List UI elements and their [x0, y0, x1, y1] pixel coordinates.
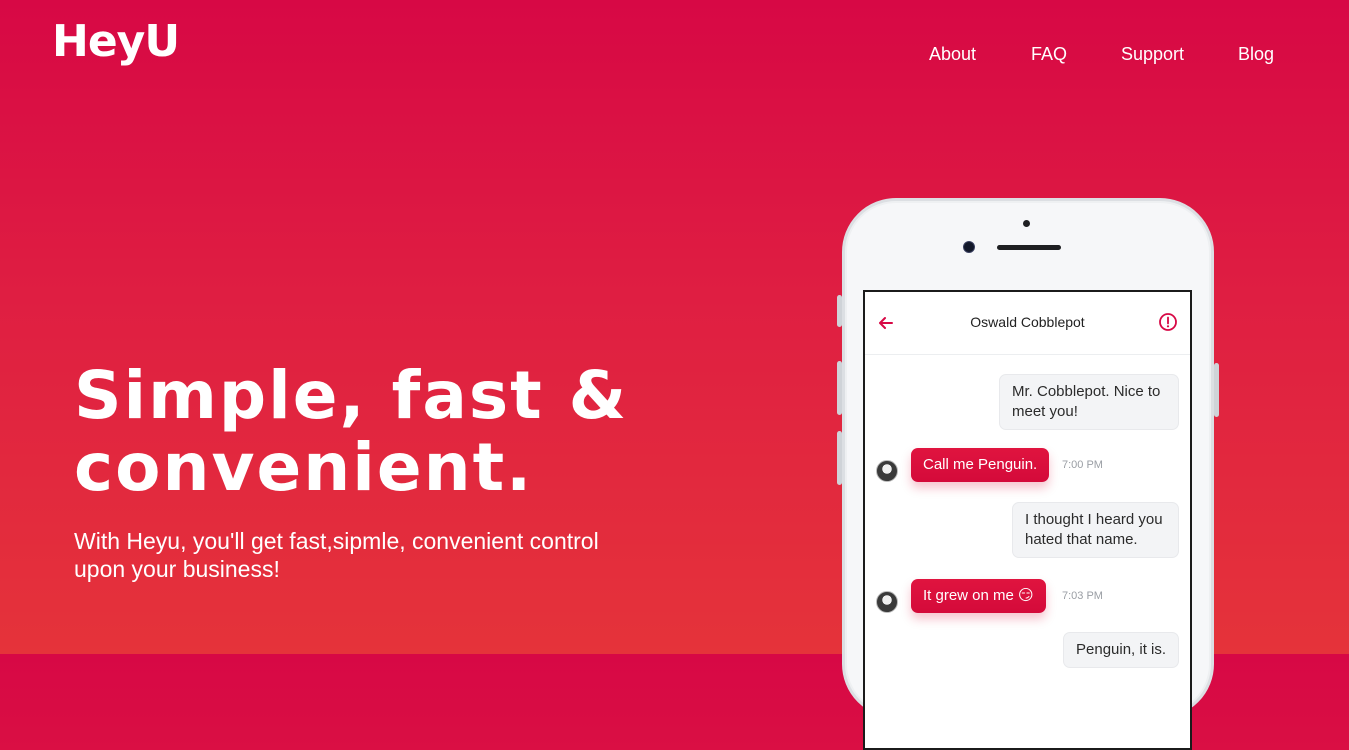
- hero-title: Simple, fast & convenient.: [74, 360, 628, 504]
- nav-about-link[interactable]: About: [929, 44, 976, 65]
- nav-faq-link[interactable]: FAQ: [1031, 44, 1067, 65]
- phone-power-button: [1214, 363, 1219, 417]
- info-icon[interactable]: [1158, 312, 1178, 332]
- message-bubble-outgoing: Penguin, it is.: [1063, 632, 1180, 668]
- chat-screen: Oswald Cobblepot Mr. Cobblepot. Nice to …: [863, 290, 1192, 750]
- hero-subtitle: With Heyu, you'll get fast,sipmle, conve…: [74, 528, 599, 582]
- message-bubble-incoming: Call me Penguin.: [911, 448, 1050, 482]
- phone-mockup: Oswald Cobblepot Mr. Cobblepot. Nice to …: [837, 198, 1219, 750]
- contact-avatar: [876, 460, 898, 482]
- top-nav: About FAQ Support Blog: [0, 44, 1349, 68]
- chat-contact-name: Oswald Cobblepot: [970, 314, 1085, 330]
- message-bubble-incoming: It grew on me 😏: [911, 579, 1046, 613]
- phone-speaker: [997, 245, 1061, 250]
- phone-volume-down: [837, 431, 842, 485]
- chat-header: Oswald Cobblepot: [865, 292, 1190, 355]
- contact-avatar: [876, 591, 898, 613]
- nav-support-link[interactable]: Support: [1121, 44, 1184, 65]
- message-bubble-outgoing: Mr. Cobblepot. Nice to meet you!: [999, 374, 1179, 430]
- nav-blog-link[interactable]: Blog: [1238, 44, 1274, 65]
- message-timestamp: 7:00 PM: [1062, 459, 1103, 471]
- phone-mute-switch: [837, 295, 842, 327]
- message-bubble-outgoing: I thought I heard you hated that name.: [1012, 502, 1179, 558]
- hero-title-line2: convenient.: [74, 429, 534, 506]
- hero-title-line1: Simple, fast &: [74, 357, 629, 434]
- message-timestamp: 7:03 PM: [1062, 590, 1103, 602]
- phone-volume-up: [837, 361, 842, 415]
- phone-camera: [963, 241, 975, 253]
- phone-sensor: [1023, 220, 1030, 227]
